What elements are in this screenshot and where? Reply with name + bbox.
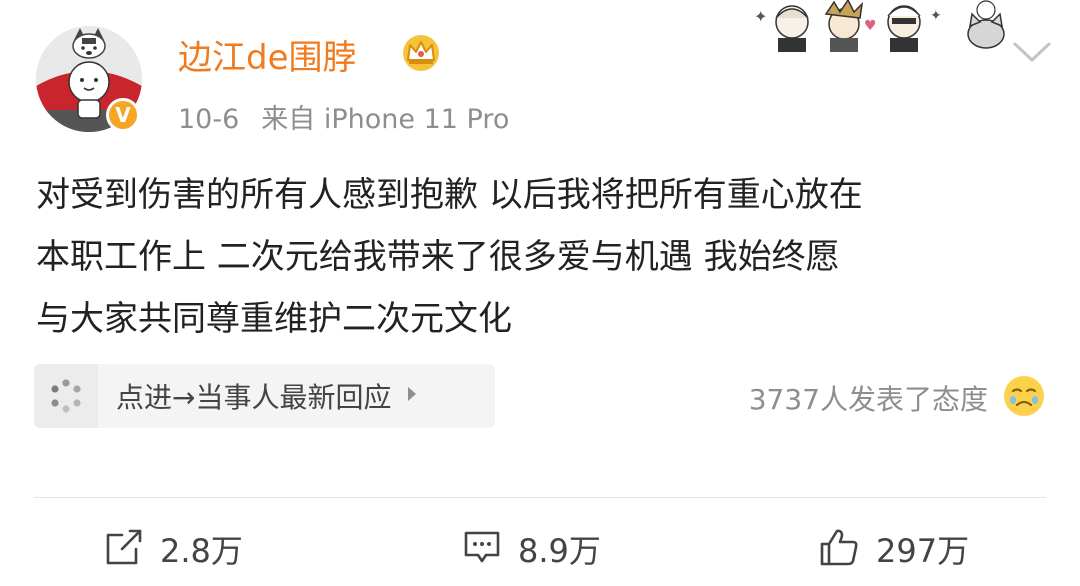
divider — [34, 497, 1046, 498]
topic-spinner-icon — [34, 364, 98, 428]
post-meta: 10-6 来自 iPhone 11 Pro — [178, 97, 509, 136]
post-source: 来自 iPhone 11 Pro — [261, 104, 510, 135]
anime-sticker-decoration: ✦ ♥ ✦ — [752, 0, 1012, 60]
reactions-count-text[interactable]: 3737人发表了态度 — [749, 378, 988, 418]
post-content-line: 与大家共同尊重维护二次元文化 — [36, 299, 512, 339]
username[interactable]: 边江de围脖 — [178, 30, 357, 79]
svg-text:✦: ✦ — [930, 8, 942, 24]
reactions-summary[interactable]: 3737人发表了态度 — [749, 374, 1046, 422]
like-button[interactable]: 297万 — [818, 526, 969, 572]
topic-label[interactable]: 点进→当事人最新回应 — [116, 376, 391, 416]
comment-count: 8.9万 — [518, 532, 601, 570]
comment-icon — [462, 527, 502, 571]
post-content: 对受到伤害的所有人感到抱歉 以后我将把所有重心放在 本职工作上 二次元给我带来了… — [36, 164, 1046, 350]
like-count: 297万 — [876, 532, 970, 570]
post-date: 10-6 — [178, 104, 240, 135]
comment-button[interactable]: 8.9万 — [462, 526, 601, 572]
post-content-line: 本职工作上 二次元给我带来了很多爱与机遇 我始终愿 — [36, 237, 840, 277]
post-content-line: 对受到伤害的所有人感到抱歉 以后我将把所有重心放在 — [36, 175, 863, 215]
thumbs-up-icon — [818, 527, 860, 571]
svg-text:♥: ♥ — [864, 18, 877, 34]
share-button[interactable]: 2.8万 — [104, 526, 243, 572]
topic-card[interactable]: 点进→当事人最新回应 — [34, 364, 495, 428]
svg-text:✦: ✦ — [754, 7, 767, 26]
crown-icon[interactable] — [400, 32, 442, 76]
share-count: 2.8万 — [160, 532, 243, 570]
share-icon — [104, 527, 144, 571]
triangle-right-icon — [407, 386, 417, 406]
chevron-down-icon[interactable] — [1012, 40, 1052, 68]
sad-emoji-icon — [1002, 374, 1046, 422]
verified-badge-icon: V — [106, 98, 140, 132]
